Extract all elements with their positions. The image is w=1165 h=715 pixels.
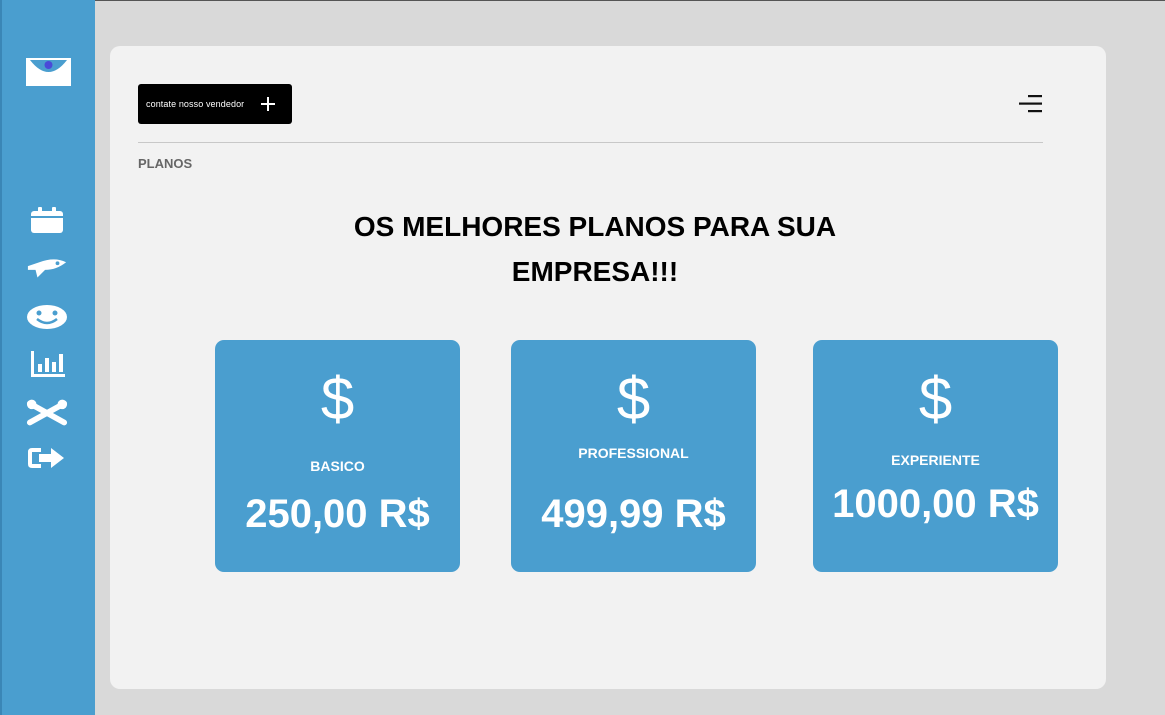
smiley-icon[interactable] [26,302,68,332]
contact-seller-label: contate nosso vendedor [146,99,245,109]
contact-seller-button[interactable]: contate nosso vendedor [138,84,292,124]
window-top-border [0,0,1165,1]
dollar-icon: $ [616,365,651,432]
plan-name: BASICO [310,458,365,474]
sign-out-icon[interactable] [26,443,68,473]
bar-chart-icon[interactable] [26,349,68,379]
plan-card-experiente[interactable]: $ EXPERIENTE 1000,00 R$ [813,340,1058,572]
plan-name: EXPERIENTE [891,452,980,468]
eye-logo[interactable] [26,58,71,86]
rocket-icon[interactable] [26,253,68,283]
page-title: OS MELHORES PLANOS PARA SUA EMPRESA!!! [353,211,837,287]
tools-icon[interactable] [26,398,68,428]
dollar-icon: $ [918,365,953,432]
plan-price: 1000,00 R$ [832,482,1039,526]
plan-card-professional[interactable]: $ PROFESSIONAL 499,99 R$ [511,340,756,572]
plus-icon [260,96,276,112]
sidebar [0,0,95,715]
plan-card-basico[interactable]: $ BASICO 250,00 R$ [215,340,460,572]
dollar-icon: $ [320,365,355,432]
menu-icon[interactable] [1016,94,1044,114]
main-panel: contate nosso vendedor PLANOS OS MELHORE… [110,46,1106,689]
plan-name: PROFESSIONAL [578,445,689,461]
plan-price: 499,99 R$ [541,492,726,536]
breadcrumb: PLANOS [138,156,193,171]
plan-price: 250,00 R$ [245,492,430,536]
calendar-icon[interactable] [26,205,68,235]
header-divider [138,142,1043,143]
